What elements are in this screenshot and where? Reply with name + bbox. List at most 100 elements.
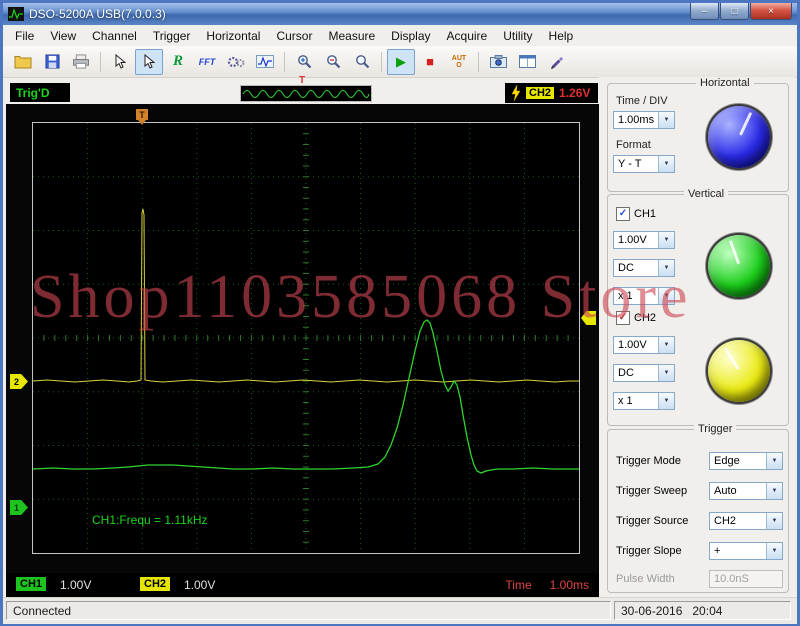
- dropdown-arrow-icon: ▼: [658, 288, 674, 304]
- menu-help[interactable]: Help: [541, 27, 582, 45]
- trigger-source-select[interactable]: CH2 ▼: [709, 512, 783, 530]
- pulse-width-row: Pulse Width 10.0nS: [616, 570, 783, 588]
- datetime-status: 30-06-2016 20:04: [614, 601, 791, 620]
- menu-display[interactable]: Display: [383, 27, 438, 45]
- zoom-button[interactable]: [348, 49, 376, 75]
- pulse-width-value: 10.0nS: [714, 573, 749, 585]
- refresh-button[interactable]: R: [164, 49, 192, 75]
- dropdown-arrow-icon: ▼: [658, 232, 674, 248]
- title-bar[interactable]: DSO-5200A USB(7.0.0.3) – □ ×: [3, 3, 797, 25]
- trigger-sweep-label: Trigger Sweep: [616, 485, 687, 497]
- ch1-scale-value: 1.00V: [60, 578, 91, 592]
- horizontal-group-title: Horizontal: [696, 77, 754, 89]
- print-button[interactable]: [67, 49, 95, 75]
- app-icon: [8, 7, 24, 21]
- menu-file[interactable]: File: [7, 27, 42, 45]
- ch2-coupling-select[interactable]: DC ▼: [613, 364, 675, 382]
- pulse-width-input: 10.0nS: [709, 570, 783, 588]
- ch2-ground-marker[interactable]: 2: [10, 374, 28, 389]
- minimize-button[interactable]: –: [690, 3, 719, 20]
- knob-pointer: [728, 240, 739, 265]
- vertical-group-title: Vertical: [684, 188, 728, 200]
- ch1-position-knob[interactable]: [708, 235, 770, 297]
- knob-pointer: [738, 112, 751, 136]
- ch2-volts-select[interactable]: 1.00V ▼: [613, 336, 675, 354]
- format-value: Y - T: [614, 156, 658, 172]
- menu-view[interactable]: View: [42, 27, 84, 45]
- trigger-slope-select[interactable]: + ▼: [709, 542, 783, 560]
- channel-info-bar: CH1 1.00V CH2 1.00V Time 1.00ms: [6, 573, 599, 597]
- trigger-channel-badge: CH2: [526, 87, 554, 99]
- dropdown-arrow-icon: ▼: [658, 365, 674, 381]
- trigger-position-marker[interactable]: T: [136, 109, 148, 120]
- auto-setup-button[interactable]: AUTO: [445, 49, 473, 75]
- select-tool-button[interactable]: [135, 49, 163, 75]
- save-icon: [45, 54, 60, 69]
- ch2-checkbox-label: CH2: [634, 312, 656, 324]
- fft-button[interactable]: FFT: [193, 49, 221, 75]
- trigger-slope-label: Trigger Slope: [616, 545, 682, 557]
- menu-channel[interactable]: Channel: [84, 27, 145, 45]
- ch2-position-knob[interactable]: [708, 340, 770, 402]
- zoom-in-button[interactable]: [290, 49, 318, 75]
- menu-trigger[interactable]: Trigger: [145, 27, 199, 45]
- waveform-view-button[interactable]: [251, 49, 279, 75]
- dropdown-arrow-icon: ▼: [766, 453, 782, 469]
- connection-status: Connected: [6, 601, 611, 620]
- save-button[interactable]: [38, 49, 66, 75]
- maximize-button[interactable]: □: [720, 3, 749, 20]
- ch1-trace: [33, 320, 579, 473]
- format-select[interactable]: Y - T ▼: [613, 155, 675, 173]
- toolbar-separator: [478, 52, 479, 72]
- ch1-check-icon: ✓: [616, 207, 630, 221]
- capture-preview[interactable]: [240, 85, 372, 102]
- settings-button[interactable]: [222, 49, 250, 75]
- ch1-probe-select[interactable]: x 1 ▼: [613, 287, 675, 305]
- pulse-width-label: Pulse Width: [616, 573, 675, 585]
- display-windows-button[interactable]: [513, 49, 541, 75]
- trigger-level-value: 1.26V: [559, 86, 590, 100]
- menu-utility[interactable]: Utility: [495, 27, 540, 45]
- pen-button[interactable]: [542, 49, 570, 75]
- menu-cursor[interactable]: Cursor: [268, 27, 320, 45]
- menu-acquire[interactable]: Acquire: [439, 27, 496, 45]
- open-button[interactable]: [9, 49, 37, 75]
- dropdown-arrow-icon: ▼: [766, 513, 782, 529]
- trigger-sweep-select[interactable]: Auto ▼: [709, 482, 783, 500]
- trigger-sweep-value: Auto: [710, 483, 766, 499]
- menu-measure[interactable]: Measure: [320, 27, 383, 45]
- start-button[interactable]: ▶: [387, 49, 415, 75]
- stop-icon: ■: [426, 54, 434, 69]
- waveform-icon: [256, 55, 274, 68]
- time-value: 1.00ms: [550, 578, 589, 592]
- cursor-tool-button[interactable]: [106, 49, 134, 75]
- ch1-visible-checkbox[interactable]: ✓ CH1: [616, 207, 656, 221]
- stop-button[interactable]: ■: [416, 49, 444, 75]
- menu-bar: File View Channel Trigger Horizontal Cur…: [3, 25, 797, 47]
- zoom-out-button[interactable]: [319, 49, 347, 75]
- time-div-value: 1.00ms: [614, 112, 658, 128]
- trigger-mode-select[interactable]: Edge ▼: [709, 452, 783, 470]
- open-folder-icon: [14, 55, 32, 69]
- capture-button[interactable]: [484, 49, 512, 75]
- menu-horizontal[interactable]: Horizontal: [198, 27, 268, 45]
- ch2-visible-checkbox[interactable]: ✓ CH2: [616, 311, 656, 325]
- time-div-label: Time / DIV: [616, 95, 668, 107]
- capture-icon: [490, 55, 507, 68]
- fft-icon: FFT: [199, 57, 216, 67]
- trigger-source-value: CH2: [710, 513, 766, 529]
- ch2-probe-select[interactable]: x 1 ▼: [613, 392, 675, 410]
- ch1-ground-marker[interactable]: 1: [10, 500, 28, 515]
- trigger-mode-row: Trigger Mode Edge ▼: [616, 452, 783, 470]
- trigger-mode-value: Edge: [710, 453, 766, 469]
- ch2-coupling-value: DC: [614, 365, 658, 381]
- ch1-volts-select[interactable]: 1.00V ▼: [613, 231, 675, 249]
- ch1-probe-value: x 1: [614, 288, 658, 304]
- dropdown-arrow-icon: ▼: [658, 112, 674, 128]
- close-button[interactable]: ×: [750, 3, 792, 20]
- time-div-select[interactable]: 1.00ms ▼: [613, 111, 675, 129]
- auto-label: AUTO: [451, 55, 467, 69]
- horizontal-knob[interactable]: [708, 106, 770, 168]
- trigger-level-marker[interactable]: [581, 311, 596, 325]
- ch1-coupling-select[interactable]: DC ▼: [613, 259, 675, 277]
